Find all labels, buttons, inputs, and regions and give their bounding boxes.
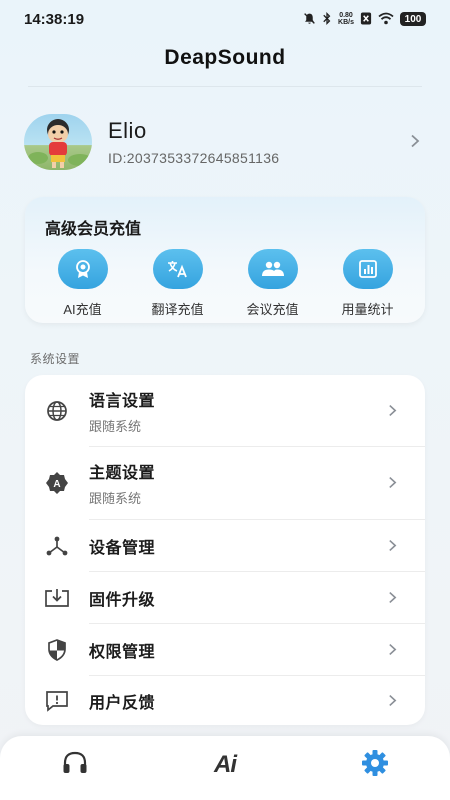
bottom-nav: Ai	[0, 736, 450, 800]
bluetooth-icon	[322, 11, 332, 27]
vip-item-ai[interactable]: AI充值	[43, 249, 123, 318]
vip-item-translate[interactable]: 翻译充值	[138, 249, 218, 318]
settings-item-language[interactable]: 语言设置 跟随系统	[25, 375, 425, 447]
profile-id: ID:2037353372645851136	[108, 150, 280, 166]
settings-item-label: 主题设置	[89, 465, 156, 482]
vip-item-usage[interactable]: 用量统计	[328, 249, 408, 318]
vip-title: 高级会员充值	[45, 221, 142, 238]
settings-item-feedback[interactable]: 用户反馈	[25, 676, 425, 725]
mute-bell-icon	[303, 12, 316, 27]
ai-badge-icon	[57, 249, 108, 289]
settings-item-theme[interactable]: A 主题设置 跟随系统	[25, 447, 425, 519]
ai-icon: Ai	[214, 751, 237, 778]
wifi-icon	[378, 12, 394, 27]
settings-item-label: 用户反馈	[89, 695, 156, 712]
chevron-right-icon	[388, 473, 397, 494]
settings-item-text: 固件升级	[89, 586, 388, 610]
globe-icon	[25, 400, 89, 422]
net-speed-unit: KB/s	[338, 19, 354, 26]
settings-item-text: 主题设置 跟随系统	[89, 459, 388, 507]
feedback-icon	[25, 690, 89, 712]
svg-text:A: A	[53, 479, 60, 490]
chevron-right-icon	[388, 401, 397, 422]
settings-item-label: 语言设置	[89, 393, 156, 410]
profile-text: Elio ID:2037353372645851136	[108, 118, 410, 166]
section-title-system: 系统设置	[30, 352, 81, 366]
settings-item-text: 设备管理	[89, 534, 388, 558]
settings-item-sub: 跟随系统	[89, 419, 142, 434]
theme-icon: A	[25, 471, 89, 495]
net-speed: 0.80 KB/s	[338, 12, 354, 26]
nav-headphones[interactable]	[35, 740, 115, 790]
settings-item-text: 用户反馈	[89, 689, 388, 713]
vip-item-meeting[interactable]: 会议充值	[233, 249, 313, 318]
net-speed-value: 0.80	[339, 12, 353, 19]
vip-label: 用量统计	[341, 302, 394, 317]
status-bar: 14:38:19 0.80 KB/s 100	[0, 0, 450, 38]
vip-card: 高级会员充值 AI充值 翻译充值 会议充值 用量统计	[25, 197, 425, 323]
chevron-right-icon	[410, 132, 420, 153]
device-network-icon	[25, 536, 89, 556]
headphones-icon	[61, 750, 89, 781]
vip-label: 翻译充值	[151, 302, 204, 317]
vip-label: 会议充值	[246, 302, 299, 317]
chevron-right-icon	[388, 588, 397, 609]
avatar[interactable]	[24, 114, 92, 170]
status-icons: 0.80 KB/s 100	[303, 11, 426, 27]
profile-row[interactable]: Elio ID:2037353372645851136	[24, 112, 426, 172]
chevron-right-icon	[388, 691, 397, 712]
title-divider	[28, 86, 422, 87]
gear-icon	[360, 748, 390, 783]
nav-settings[interactable]	[335, 740, 415, 790]
settings-item-label: 权限管理	[89, 644, 156, 661]
settings-item-label: 固件升级	[89, 592, 156, 609]
settings-card: 语言设置 跟随系统 A 主题设置 跟随系统 设备管理 固件升级 权限管理 用户反…	[25, 375, 425, 725]
translate-icon	[152, 249, 203, 289]
app-title: DeapSound	[164, 46, 286, 69]
settings-item-sub: 跟随系统	[89, 491, 142, 506]
settings-item-device[interactable]: 设备管理	[25, 520, 425, 572]
usage-chart-icon	[342, 249, 393, 289]
settings-item-permissions[interactable]: 权限管理	[25, 624, 425, 676]
vip-items: AI充值 翻译充值 会议充值 用量统计	[25, 249, 425, 318]
shield-icon	[25, 639, 89, 661]
nav-ai[interactable]: Ai	[185, 740, 265, 790]
chevron-right-icon	[388, 640, 397, 661]
firmware-download-icon	[25, 588, 89, 608]
vip-label: AI充值	[63, 302, 102, 317]
meeting-people-icon	[247, 249, 298, 289]
settings-item-text: 权限管理	[89, 638, 388, 662]
settings-item-firmware[interactable]: 固件升级	[25, 572, 425, 624]
no-sim-icon	[360, 11, 372, 27]
settings-item-label: 设备管理	[89, 540, 156, 557]
settings-item-text: 语言设置 跟随系统	[89, 387, 388, 435]
status-time: 14:38:19	[24, 10, 85, 28]
profile-name: Elio	[108, 118, 147, 143]
chevron-right-icon	[388, 536, 397, 557]
battery-indicator: 100	[400, 12, 426, 26]
